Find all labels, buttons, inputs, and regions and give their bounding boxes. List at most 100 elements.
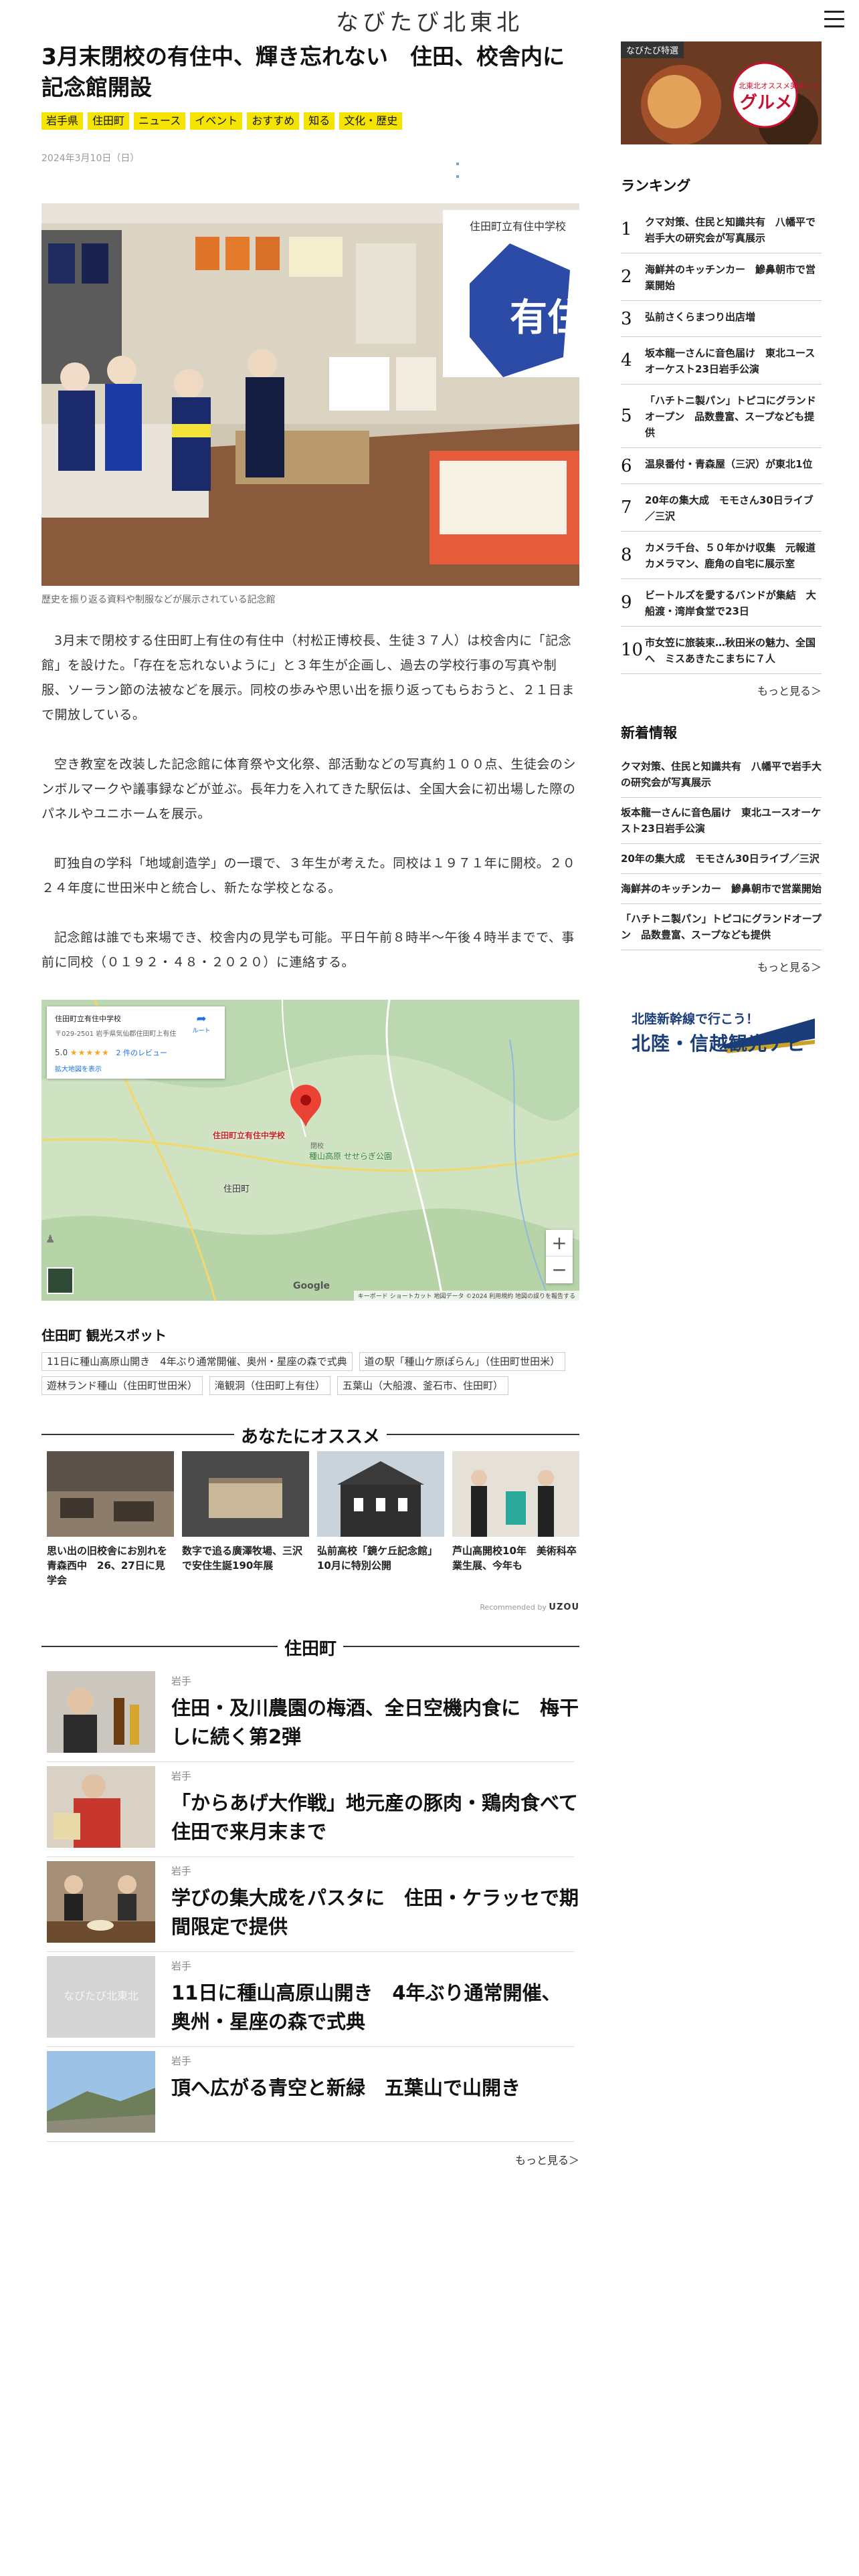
recommend-credit[interactable]: Recommended by UZOU <box>41 1602 579 1612</box>
ranking-item[interactable]: 1 クマ対策、住民と知識共有 八幡平で岩手大の研究会が写真展示 <box>621 206 822 253</box>
map-footer[interactable]: キーボード ショートカット 地図データ ©2024 利用規約 地図の誤りを報告す… <box>353 1291 579 1301</box>
zoom-in-button[interactable]: + <box>546 1230 573 1257</box>
photo-caption: 歴史を振り返る資料や制服などが展示されている記念館 <box>41 595 276 605</box>
rank-text: 海鮮丼のキッチンカー 鰺鼻朝市で営業開始 <box>645 263 816 292</box>
banner-sub-text: 北東北オススメ美味ニュース <box>739 82 822 90</box>
street-view-pegman-icon[interactable]: ♟ <box>45 1232 56 1249</box>
recommend-card[interactable]: 弘前高校「鏡ケ丘記念館」10月に特別公開 <box>317 1451 444 1588</box>
news-title: 「からあげ大作戦」地元産の豚肉・鶏肉食べて 住田で来月末まで <box>171 1792 597 1843</box>
spot-link[interactable]: 11日に種山高原山開き 4年ぶり通常開催、奥州・星座の森で式典 <box>41 1352 353 1371</box>
ranking-list: 1 クマ対策、住民と知識共有 八幡平で岩手大の研究会が写真展示 2 海鮮丼のキッチン… <box>621 206 822 674</box>
more-link[interactable]: もっと見る＞ <box>41 2151 579 2167</box>
recommend-card[interactable]: 芦山高開校10年 美術科卒業生展、今年も <box>452 1451 579 1588</box>
map-pin-label[interactable]: 住田町立有住中学校 <box>213 1130 285 1141</box>
review-count-link[interactable]: 2 件のレビュー <box>116 1049 168 1057</box>
tag[interactable]: イベント <box>190 112 243 130</box>
tag[interactable]: 住田町 <box>88 112 130 130</box>
rank-text: 20年の集大成 モモさん30日ライブ／三沢 <box>645 494 814 522</box>
spot-link[interactable]: 五葉山（大船渡、釜石市、住田町） <box>337 1376 509 1395</box>
article-photo: 有住 住田町立有住中学校 <box>41 203 579 586</box>
list-item[interactable]: 岩手 学びの集大成をパスタに 住田・ケラッセで期間限定で提供 <box>47 1857 579 1952</box>
recommend-card[interactable]: 思い出の旧校舎にお別れを 青森西中 26、27日に見学会 <box>47 1451 178 1588</box>
tag[interactable]: ニュース <box>134 112 186 130</box>
recommend-card[interactable]: 数字で追る廣澤牧場、三沢で安住生誕190年展 <box>182 1451 309 1588</box>
list-item[interactable]: 岩手 「からあげ大作戦」地元産の豚肉・鶏肉食べて 住田で来月末まで <box>47 1762 597 1857</box>
rank-text: 「ハチトニ製パン」トピコにグランドオープン 品数豊富、スープなども提供 <box>645 395 816 439</box>
banner2-main-text: 北陸・信越観光ナビ <box>632 1033 807 1055</box>
spot-link[interactable]: 道の駅「種山ケ原ぽらん」（住田町世田米） <box>359 1352 566 1371</box>
date-row: 2024年3月10日（日） <box>41 151 579 178</box>
news-link[interactable]: 20年の集大成 モモさん30日ライブ／三沢 <box>621 844 822 874</box>
map-pin-sublabel: 閉校 <box>310 1143 324 1150</box>
building-thumb-image <box>317 1451 444 1537</box>
news-more-link[interactable]: もっと見る＞ <box>621 958 822 974</box>
list-item[interactable]: 岩手 住田・及川農園の梅酒、全日空機内食に 梅干しに続く第2弾 <box>47 1667 579 1762</box>
rank-number: 2 <box>621 267 632 287</box>
ranking-item[interactable]: 3 弘前さくらまつり出店増 <box>621 301 822 337</box>
rank-number: 1 <box>621 219 632 239</box>
recommend-thumbnail <box>317 1451 444 1537</box>
list-item[interactable]: 岩手 頂へ広がる青空と新緑 五葉山で山開き <box>47 2047 574 2142</box>
ranking-item[interactable]: 7 20年の集大成 モモさん30日ライブ／三沢 <box>621 484 822 532</box>
rank-number: 6 <box>621 455 632 476</box>
hamburger-menu-icon[interactable] <box>824 11 844 28</box>
ranking-item[interactable]: 2 海鮮丼のキッチンカー 鰺鼻朝市で営業開始 <box>621 253 822 301</box>
photo-board-text: 住田町立有住中学校 <box>470 220 566 233</box>
larger-map-link[interactable]: 拡大地図を表示 <box>55 1063 217 1073</box>
tag[interactable]: 岩手県 <box>41 112 84 130</box>
spot-list: 11日に種山高原山開き 4年ぶり通常開催、奥州・星座の森で式典 道の駅「種山ケ原… <box>41 1352 579 1395</box>
ranking-title: ランキング <box>621 178 691 194</box>
article-paragraph: 記念館は誰でも来場でき、校舎内の見学も可能。平日午前８時半〜午後４時半までで、事… <box>41 930 575 970</box>
ranking-item[interactable]: 5 「ハチトニ製パン」トピコにグランドオープン 品数豊富、スープなども提供 <box>621 385 822 448</box>
hokuriku-banner[interactable]: 北陸新幹線で行こう！ 北陸・信越観光ナビ <box>621 1005 822 1063</box>
map-info-rating: 5.0 ★★★★★ 2 件のレビュー <box>55 1047 217 1058</box>
share-dots <box>456 155 579 181</box>
spot-link[interactable]: 滝観洞（住田町上有住） <box>209 1376 331 1395</box>
news-title: 新着情報 <box>621 725 677 741</box>
placeholder-logo: なびたび北東北 <box>63 1990 138 2002</box>
news-link[interactable]: 「ハチトニ製パン」トピコにグランドオープン 品数豊富、スープなども提供 <box>621 904 822 950</box>
recommend-section: あなたにオススメ 思い出の旧校舎にお別れを 青森西中 26、27日に見学会 数字… <box>41 1423 579 1612</box>
article-title: 3月末閉校の有住中、輝き忘れない 住田、校舎内に記念館開設 <box>41 43 565 100</box>
rank-text: 温泉番付・青森屋（三沢）が東北1位 <box>645 458 813 470</box>
rank-number: 7 <box>621 498 632 518</box>
google-map[interactable]: 住田町立有住中学校 〒029-2501 岩手県気仙郡住田町上有住 5.0 ★★★… <box>41 1000 579 1301</box>
rank-text: カメラ千台、５０年かけ収集 元報道カメラマン、鹿角の自宅に展示室 <box>645 542 816 570</box>
ranking-item[interactable]: 4 坂本龍一さんに音色届け 東北ユースオーケスト23日岩手公演 <box>621 337 822 385</box>
list-item[interactable]: なびたび北東北 岩手 11日に種山高原山開き 4年ぶり通常開催、奥州・星座の森で… <box>47 1952 574 2047</box>
ranking-item[interactable]: 9 ビートルズを愛するバンドが集結 大船渡・湾岸食堂で23日 <box>621 579 822 627</box>
rank-text: クマ対策、住民と知識共有 八幡平で岩手大の研究会が写真展示 <box>645 216 816 244</box>
map-zoom-controls: + − <box>546 1230 573 1283</box>
news-prefecture: 岩手 <box>171 2055 192 2067</box>
directions-button[interactable]: ➦ ルート <box>191 1012 211 1035</box>
spot-link[interactable]: 遊林ランド種山（住田町世田米） <box>41 1376 203 1395</box>
gourmet-banner[interactable]: 北東北オススメ美味ニュース グルメ なびたび特選 <box>621 41 822 144</box>
recommend-text: 思い出の旧校舎にお別れを 青森西中 26、27日に見学会 <box>47 1545 178 1586</box>
ranking-item[interactable]: 10 市女笠に旅装束…秋田米の魅力、全国へ ミスあきたこまちに７人 <box>621 627 822 674</box>
news-link[interactable]: クマ対策、住民と知識共有 八幡平で岩手大の研究会が写真展示 <box>621 752 822 798</box>
ranking-item[interactable]: 8 カメラ千台、５０年かけ収集 元報道カメラマン、鹿角の自宅に展示室 <box>621 532 822 579</box>
satellite-toggle[interactable] <box>47 1267 74 1294</box>
news-link[interactable]: 海鮮丼のキッチンカー 鰺鼻朝市で営業開始 <box>621 874 822 904</box>
recommend-title: あなたにオススメ <box>233 1427 387 1447</box>
rank-number: 10 <box>621 640 644 660</box>
zoom-out-button[interactable]: − <box>546 1257 573 1283</box>
news-title: 11日に種山高原山開き 4年ぶり通常開催、奥州・星座の森で式典 <box>171 1981 561 2033</box>
sidebar: 北東北オススメ美味ニュース グルメ なびたび特選 ランキング 1 クマ対策、住民と… <box>621 41 822 1063</box>
news-prefecture: 岩手 <box>171 1960 192 1972</box>
news-link[interactable]: 坂本龍一さんに音色届け 東北ユースオーケスト23日岩手公演 <box>621 798 822 844</box>
tag[interactable]: おすすめ <box>247 112 300 130</box>
tag[interactable]: 知る <box>304 112 335 130</box>
recommend-grid: 思い出の旧校舎にお別れを 青森西中 26、27日に見学会 数字で追る廣澤牧場、三… <box>41 1451 579 1588</box>
karaage-thumb-image <box>47 1766 155 1848</box>
site-logo[interactable]: なびたび北東北 <box>0 4 859 37</box>
ranking-item[interactable]: 6 温泉番付・青森屋（三沢）が東北1位 <box>621 448 822 484</box>
ranking-more-link[interactable]: もっと見る＞ <box>621 682 822 698</box>
banner2-top-text: 北陸新幹線で行こう！ <box>632 1012 759 1027</box>
news-thumbnail <box>47 1766 155 1848</box>
rank-number: 5 <box>621 406 632 426</box>
news-title: 学びの集大成をパスタに 住田・ケラッセで期間限定で提供 <box>171 1887 579 1938</box>
tag[interactable]: 文化・歴史 <box>339 112 403 130</box>
recommend-text: 芦山高開校10年 美術科卒業生展、今年も <box>452 1545 577 1572</box>
rank-text: 市女笠に旅装束…秋田米の魅力、全国へ ミスあきたこまちに７人 <box>645 637 816 665</box>
